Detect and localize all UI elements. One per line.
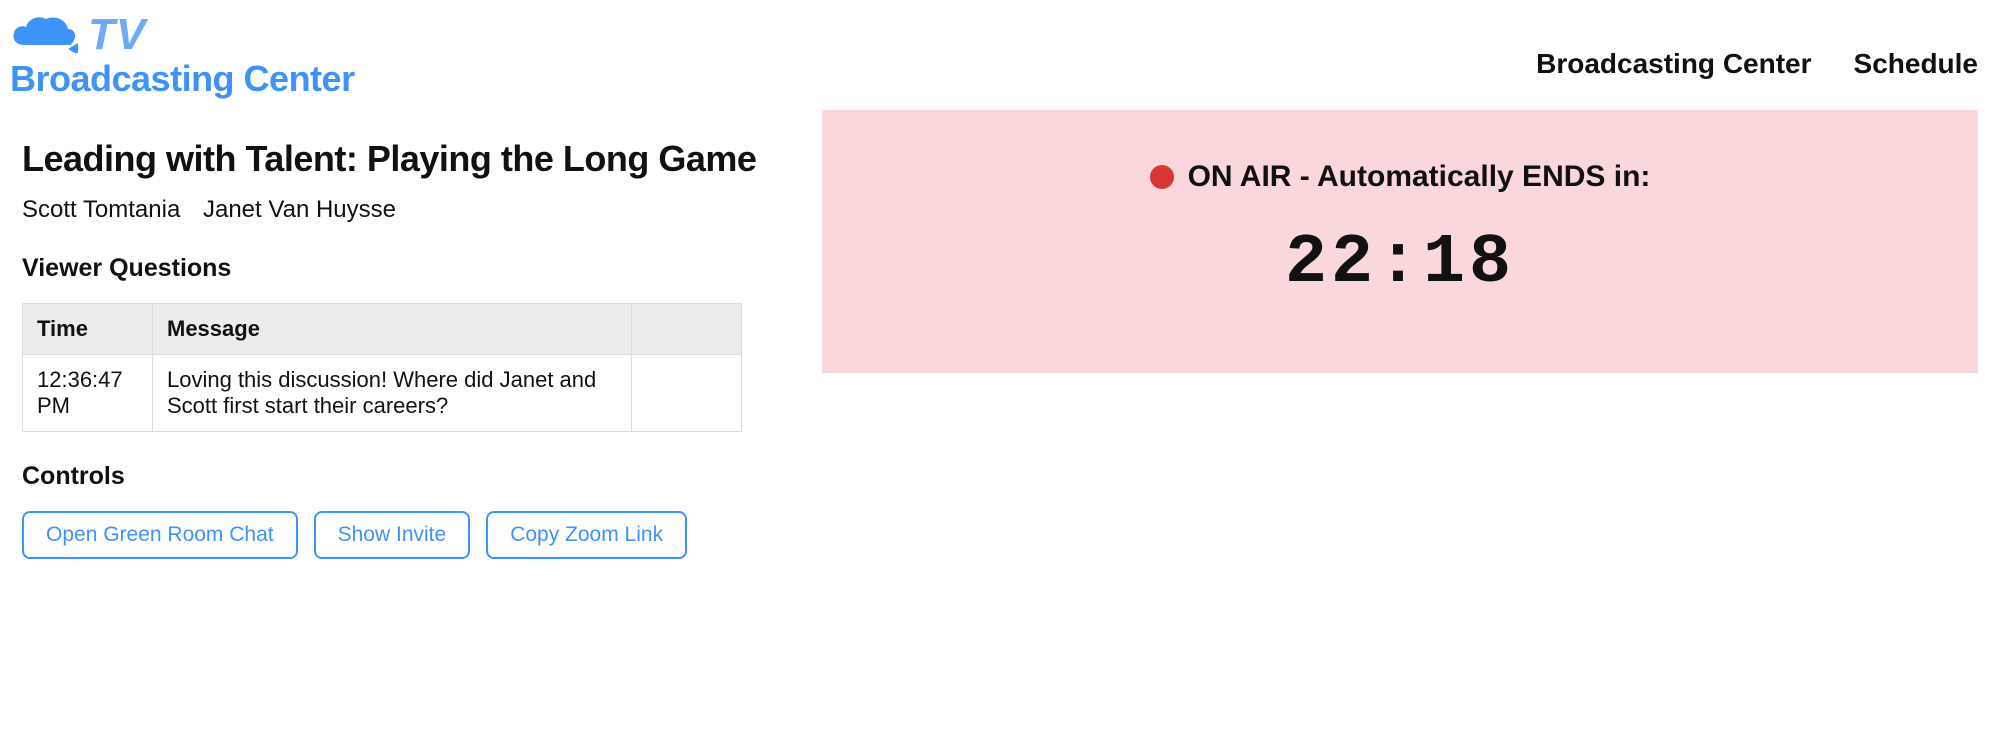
question-message: Loving this discussion! Where did Janet … (153, 355, 632, 432)
presenter-name: Scott Tomtania (22, 196, 180, 223)
table-row: 12:36:47 PM Loving this discussion! Wher… (23, 355, 742, 432)
on-air-panel: ON AIR - Automatically ENDS in: 22:18 (822, 110, 1978, 373)
question-time: 12:36:47 PM (23, 355, 153, 432)
question-action[interactable] (632, 355, 742, 432)
cloud-icon (10, 13, 84, 58)
col-header-action (632, 304, 742, 355)
logo: TV Broadcasting Center (10, 10, 355, 100)
open-green-room-button[interactable]: Open Green Room Chat (22, 511, 298, 559)
top-nav: Broadcasting Center Schedule (1536, 10, 1978, 80)
controls-heading: Controls (22, 462, 762, 491)
presenter-name: Janet Van Huysse (203, 196, 396, 223)
viewer-questions-heading: Viewer Questions (22, 254, 762, 283)
nav-schedule[interactable]: Schedule (1854, 48, 1978, 80)
recording-dot-icon (1150, 165, 1174, 189)
show-invite-button[interactable]: Show Invite (314, 511, 471, 559)
logo-subtitle: Broadcasting Center (10, 58, 355, 100)
presenter-list: Scott Tomtania Janet Van Huysse (22, 196, 762, 224)
col-header-message: Message (153, 304, 632, 355)
on-air-status-label: ON AIR - Automatically ENDS in: (1188, 160, 1651, 194)
logo-tv-text: TV (88, 10, 146, 60)
countdown-timer: 22:18 (822, 224, 1978, 303)
session-title: Leading with Talent: Playing the Long Ga… (22, 138, 762, 180)
copy-zoom-link-button[interactable]: Copy Zoom Link (486, 511, 687, 559)
questions-table: Time Message 12:36:47 PM Loving this dis… (22, 303, 742, 432)
col-header-time: Time (23, 304, 153, 355)
nav-broadcasting-center[interactable]: Broadcasting Center (1536, 48, 1811, 80)
